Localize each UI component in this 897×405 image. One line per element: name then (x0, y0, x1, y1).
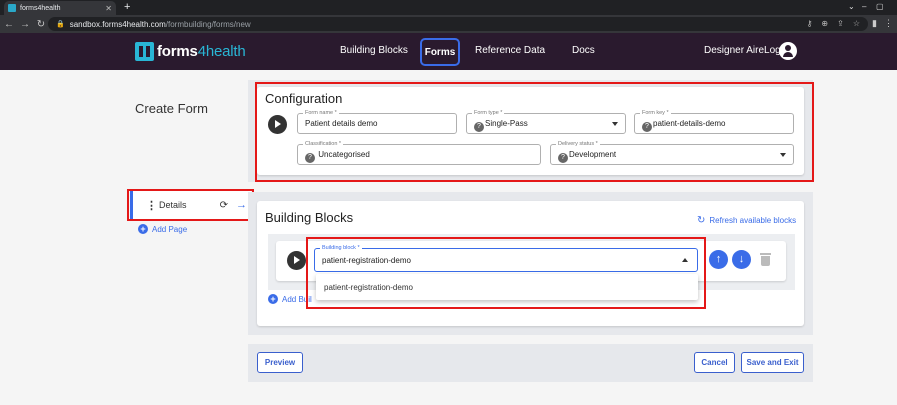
chevron-up-icon (682, 258, 688, 262)
star-icon[interactable]: ☆ (853, 19, 860, 28)
avatar[interactable] (779, 42, 797, 60)
help-icon: ? (305, 153, 315, 163)
play-icon[interactable] (268, 115, 287, 134)
page-title: Create Form (135, 101, 208, 116)
configuration-title: Configuration (265, 91, 343, 106)
form-name-value: Patient details demo (305, 119, 378, 128)
building-blocks-title: Building Blocks (265, 210, 354, 225)
add-building-block-button[interactable]: + Add Buil (268, 294, 312, 304)
browser-toolbar: ← → ↻ 🔒 sandbox.forms4health.com/formbui… (0, 15, 897, 33)
nav-building-blocks[interactable]: Building Blocks (340, 45, 408, 56)
play-icon[interactable] (287, 251, 306, 270)
chevron-down-icon (780, 153, 786, 157)
minimize-icon[interactable]: – (862, 2, 866, 11)
building-block-label: Building block * (320, 244, 362, 252)
arrow-right-icon[interactable]: → (236, 199, 247, 211)
new-tab-icon[interactable]: + (124, 1, 130, 13)
refresh-blocks-button[interactable]: ↻ Refresh available blocks (697, 215, 796, 226)
refresh-label: Refresh available blocks (709, 216, 797, 225)
maximize-icon[interactable]: ▢ (876, 2, 884, 11)
form-key-value: patient-details-demo (653, 119, 726, 128)
delete-icon[interactable] (759, 252, 772, 267)
logo[interactable]: forms4health (135, 42, 246, 61)
nav-forms[interactable]: Forms (420, 38, 460, 66)
logo-text-accent: 4health (197, 43, 246, 60)
url-path: /formbuilding/forms/new (165, 19, 251, 29)
cancel-button[interactable]: Cancel (694, 352, 735, 373)
sidebar-item-label: Details (159, 200, 187, 210)
address-bar[interactable]: 🔒 sandbox.forms4health.com/formbuilding/… (48, 17, 868, 31)
tab-title: forms4health (20, 4, 61, 12)
favicon-icon (8, 4, 16, 12)
form-type-value: Single-Pass (485, 119, 528, 128)
delivery-status-value: Development (569, 150, 617, 159)
classification-label: Classification * (303, 140, 344, 148)
forward-icon[interactable]: → (18, 19, 32, 30)
delivery-status-label: Delivery status * (556, 140, 600, 148)
form-key-label: Form key * (640, 109, 671, 117)
app-header: forms4health Building Blocks Forms Refer… (0, 33, 897, 70)
chevron-down-icon (612, 122, 618, 126)
drag-handle-icon[interactable]: ⋮ (146, 199, 157, 212)
refresh-icon: ↻ (697, 215, 706, 226)
add-icon: + (138, 224, 148, 234)
classification-field[interactable]: Classification * ? Uncategorised (297, 140, 541, 165)
move-down-button[interactable]: ↓ (732, 250, 751, 269)
lock-icon: 🔒 (56, 21, 65, 28)
building-block-select[interactable]: Building block * patient-registration-de… (314, 244, 698, 272)
reload-icon[interactable]: ↻ (34, 19, 48, 30)
preview-button[interactable]: Preview (257, 352, 303, 373)
url-host: sandbox.forms4health.com (69, 19, 166, 29)
form-name-field[interactable]: Form name * Patient details demo (297, 109, 457, 134)
close-tab-icon[interactable]: ✕ (105, 4, 112, 13)
add-page-label: Add Page (152, 224, 188, 234)
user-name[interactable]: Designer AireLogic (704, 45, 788, 56)
classification-value: Uncategorised (318, 150, 370, 159)
delivery-status-select[interactable]: Delivery status * ? Development (550, 140, 794, 165)
logo-text-main: forms (157, 43, 198, 60)
nav-reference-data[interactable]: Reference Data (475, 45, 545, 56)
form-name-label: Form name * (303, 109, 339, 117)
key-icon[interactable]: ⚷ (807, 19, 813, 28)
add-building-block-label: Add Buil (282, 294, 312, 304)
dropdown-option[interactable]: patient-registration-demo (324, 283, 413, 292)
help-icon: ? (474, 122, 484, 132)
browser-tab-bar: forms4health ✕ + ⌄ – ▢ (0, 0, 897, 15)
help-icon: ? (558, 153, 568, 163)
browser-tab[interactable]: forms4health ✕ (4, 1, 116, 15)
back-icon[interactable]: ← (2, 19, 16, 30)
sidebar-item-details[interactable]: ⋮ Details ⟳ → (130, 191, 251, 219)
save-and-exit-button[interactable]: Save and Exit (741, 352, 804, 373)
window-chevron-icon[interactable]: ⌄ (848, 2, 855, 11)
share-icon[interactable]: ⇪ (837, 19, 844, 28)
form-type-select[interactable]: Form type * ? Single-Pass (466, 109, 626, 134)
nav-docs[interactable]: Docs (572, 45, 595, 56)
zoom-icon[interactable]: ⊕ (821, 19, 828, 28)
move-up-button[interactable]: ↑ (709, 250, 728, 269)
building-block-dropdown: patient-registration-demo (316, 274, 698, 300)
building-block-value: patient-registration-demo (322, 256, 411, 265)
sidebar-toggle-icon[interactable]: ▮ (872, 18, 877, 29)
add-icon: + (268, 294, 278, 304)
form-type-label: Form type * (472, 109, 505, 117)
add-page-button[interactable]: + Add Page (138, 224, 187, 234)
form-key-field[interactable]: Form key * ? patient-details-demo (634, 109, 794, 134)
logo-icon (135, 42, 154, 61)
menu-icon[interactable]: ⋮ (884, 18, 893, 29)
help-icon: ? (642, 122, 652, 132)
history-icon[interactable]: ⟳ (220, 200, 228, 211)
